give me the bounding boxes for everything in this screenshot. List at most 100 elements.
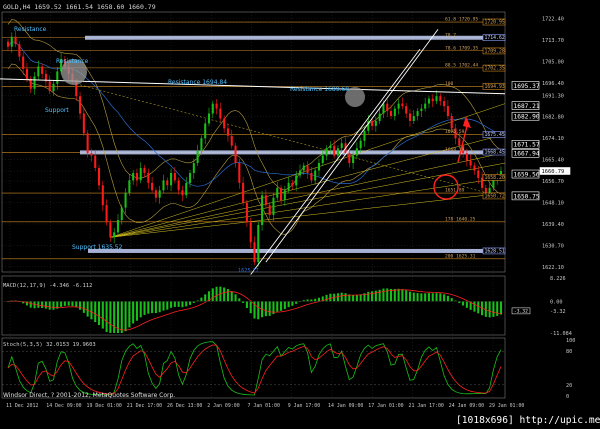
candle-body (427, 98, 430, 104)
candle-body (257, 224, 260, 263)
macd-bar (276, 301, 279, 312)
macd-bar (211, 288, 214, 302)
candle-body (242, 182, 245, 203)
price-tick-label: 1696.40 (542, 81, 564, 87)
macd-bar (215, 286, 218, 302)
macd-tick-label: 0.00 (550, 299, 563, 305)
candle-body (234, 145, 237, 164)
candle-body (151, 182, 154, 191)
time-tick-label: 9 Jan 17:00 (288, 403, 320, 409)
candle-body (261, 195, 264, 225)
candle-body (230, 135, 233, 146)
price-tag-text: 1675.45 (485, 132, 505, 138)
price-tick-label: 1648.10 (542, 200, 564, 206)
candle-body (90, 153, 93, 156)
candle-body (484, 187, 487, 193)
candle-body (340, 143, 343, 149)
macd-bar (52, 301, 55, 310)
candle-body (310, 172, 313, 181)
macd-bar (234, 294, 237, 302)
candle-body (492, 180, 495, 188)
candle-body (412, 116, 415, 121)
macd-bar (405, 290, 408, 302)
candle-body (139, 168, 142, 181)
macd-bar (477, 301, 480, 314)
macd-bar (283, 301, 286, 310)
candle-body (135, 172, 138, 181)
candle-body (147, 172, 150, 183)
macd-bar (170, 301, 173, 308)
macd-tick-label: -11.084 (550, 331, 572, 337)
macd-bar (336, 293, 339, 302)
candle-body (306, 165, 309, 173)
macd-bar (443, 294, 446, 302)
macd-bar (67, 301, 70, 306)
candle-body (132, 172, 135, 181)
macd-bar (226, 289, 229, 302)
fib-label: 1651.89 (445, 188, 465, 194)
price-tag-text: 1667.94 (514, 151, 540, 158)
candle-body (333, 145, 336, 156)
candle-body (207, 113, 211, 124)
candle-body (196, 150, 199, 164)
candle-body (166, 180, 169, 186)
candle-body (473, 165, 476, 171)
price-tag-text: 1659.56 (514, 171, 540, 178)
macd-bar (295, 301, 298, 304)
price-tick-label: 1722.40 (542, 16, 564, 22)
candle-body (424, 103, 427, 109)
macd-bar (71, 301, 74, 307)
candle-body (336, 148, 339, 156)
candle-body (219, 108, 222, 119)
macd-bar (499, 301, 503, 315)
macd-bar (109, 301, 112, 333)
macd-bar (173, 301, 176, 307)
candle-body (181, 190, 184, 196)
candle-body (446, 106, 449, 116)
macd-bar (185, 301, 188, 307)
chart-canvas: GOLD,H4 1659.52 1661.54 1658.60 1660.79 … (0, 0, 600, 429)
macd-bar (355, 294, 358, 302)
price-tag-text: 1695.37 (514, 83, 540, 90)
price-tag-text: 1658.20 (485, 175, 505, 181)
macd-bar (147, 301, 150, 314)
macd-bar (132, 301, 135, 324)
macd-bar (90, 301, 93, 320)
candle-body (314, 170, 317, 181)
candle-body (352, 155, 355, 164)
candle-body (185, 182, 188, 196)
candle-body (469, 160, 472, 166)
macd-bar (424, 293, 427, 302)
price-tick-label: 1674.10 (542, 136, 564, 142)
price-tag-text: 1709.28 (485, 48, 505, 54)
candle-body (401, 103, 404, 107)
candle-body (355, 148, 358, 156)
candle-body (283, 190, 286, 201)
candle-body (94, 155, 97, 168)
price-tag-text: 1702.35 (485, 65, 505, 71)
candle-body (295, 175, 298, 186)
macd-bar (374, 290, 377, 302)
macd-bar (268, 301, 271, 316)
macd-bar (120, 301, 123, 333)
stoch-tick-label: 20 (566, 383, 572, 389)
candle-body (211, 103, 214, 114)
candle-body (405, 106, 408, 114)
candle-body (465, 153, 468, 161)
candle-body (97, 168, 101, 186)
stoch-tick-label: 80 (566, 349, 572, 355)
macd-bar (401, 289, 404, 302)
price-tick-label: 1682.80 (542, 114, 564, 120)
candle-body (329, 145, 332, 149)
candle-body (245, 202, 248, 223)
time-tick-label: 24 Jan 09:00 (449, 403, 484, 409)
candle-body (25, 68, 28, 79)
candle-body (280, 187, 283, 201)
time-tick-label: 2 Jan 09:00 (207, 403, 239, 409)
candle-body (177, 180, 180, 191)
macd-bar (359, 294, 362, 302)
macd-bar (371, 291, 374, 302)
candle-body (204, 123, 207, 139)
time-tick-label: 29 Jan 01:00 (489, 403, 524, 409)
macd-bar (41, 301, 44, 308)
